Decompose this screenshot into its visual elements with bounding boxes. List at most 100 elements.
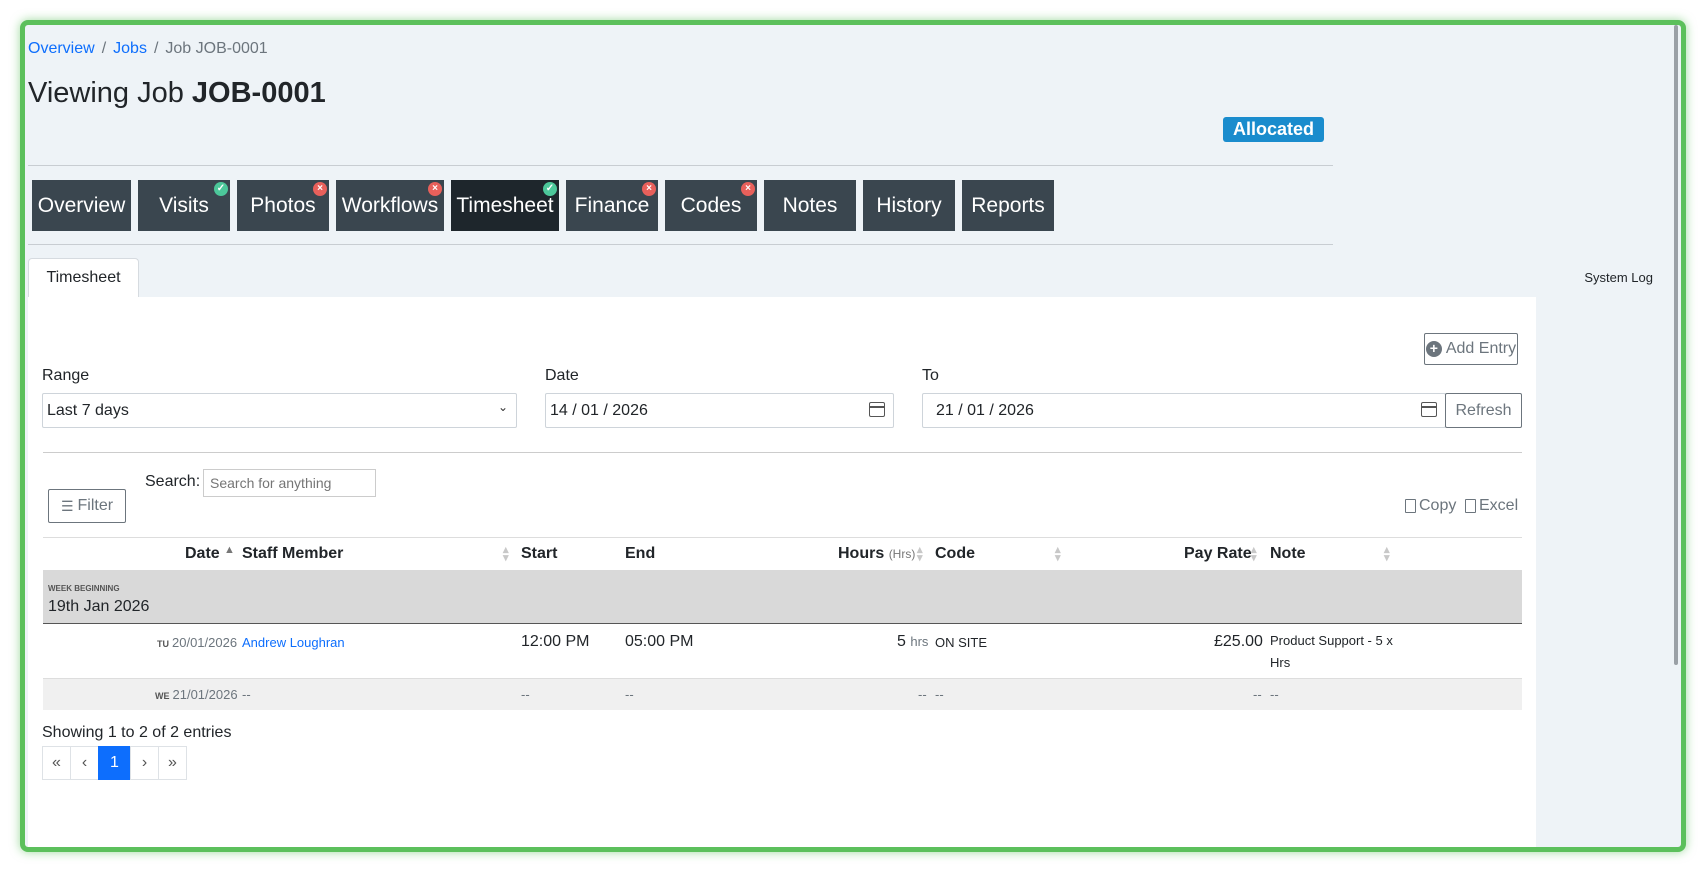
calendar-icon[interactable]: [869, 402, 885, 417]
range-select[interactable]: Last 7 days ⌄: [42, 393, 517, 428]
copy-button[interactable]: Copy: [1405, 497, 1456, 515]
page-next-button[interactable]: ›: [130, 746, 159, 780]
table-row[interactable]: TU 20/01/2026 Andrew Loughran 12:00 PM 05…: [43, 624, 1522, 679]
table-row[interactable]: WE 21/01/2026 -- -- -- -- -- -- --: [43, 679, 1522, 710]
excel-button[interactable]: Excel: [1465, 497, 1518, 515]
breadcrumb: Overview / Jobs / Job JOB-0001: [28, 40, 268, 58]
page-title: Viewing Job JOB-0001: [28, 77, 326, 110]
add-entry-label: Add Entry: [1445, 340, 1517, 357]
to-label: To: [922, 367, 939, 384]
column-start[interactable]: Start: [521, 545, 557, 563]
row-hours: 5 hrs: [897, 633, 928, 651]
breadcrumb-separator: /: [101, 40, 107, 57]
tab-history[interactable]: History: [863, 180, 955, 231]
check-icon: ✓: [543, 182, 557, 196]
breadcrumb-jobs[interactable]: Jobs: [113, 40, 147, 57]
divider: [28, 244, 1333, 245]
sort-icon: ▴ ▾: [1055, 544, 1061, 564]
refresh-button[interactable]: Refresh: [1445, 393, 1522, 428]
date-to-input[interactable]: 21 / 01 / 2026: [922, 393, 1446, 428]
breadcrumb-current: Job JOB-0001: [165, 40, 268, 57]
excel-file-icon: [1465, 499, 1476, 513]
row-hours-unit: hrs: [910, 634, 929, 649]
calendar-icon[interactable]: [1421, 402, 1437, 417]
page-1-button[interactable]: 1: [98, 746, 131, 780]
page-first-button[interactable]: «: [42, 746, 71, 780]
row-note: Product Support - 5 x Hrs: [1270, 633, 1393, 670]
excel-label: Excel: [1479, 497, 1519, 514]
tab-codes[interactable]: Codes ×: [665, 180, 757, 231]
add-entry-button[interactable]: + Add Entry: [1424, 333, 1518, 365]
date-from-value: 14 / 01 / 2026: [550, 401, 648, 419]
sort-icon: ▴ ▾: [503, 544, 509, 564]
column-end[interactable]: End: [625, 545, 655, 563]
subtab-timesheet[interactable]: Timesheet: [28, 258, 139, 297]
breadcrumb-overview[interactable]: Overview: [28, 40, 95, 57]
row-end: --: [625, 687, 634, 702]
error-icon: ×: [741, 182, 755, 196]
date-from-input[interactable]: 14 / 01 / 2026: [545, 393, 894, 428]
tab-finance[interactable]: Finance ×: [566, 180, 658, 231]
breadcrumb-separator: /: [153, 40, 159, 57]
table-header: Date ▲ Staff Member ▴ ▾ Start End Hours (…: [43, 537, 1522, 570]
error-icon: ×: [642, 182, 656, 196]
page-title-job-id: JOB-0001: [191, 77, 326, 109]
filter-button[interactable]: ☰ Filter: [48, 489, 126, 523]
row-date: TU 20/01/2026: [157, 635, 237, 650]
search-input[interactable]: [203, 469, 376, 497]
week-group-row: WEEK BEGINNING 19th Jan 2026: [43, 570, 1522, 624]
search-label: Search:: [145, 473, 201, 490]
copy-icon: [1405, 499, 1416, 513]
column-hours-label: Hours: [838, 545, 885, 562]
column-hours[interactable]: Hours (Hrs): [838, 545, 915, 563]
row-note: --: [1270, 687, 1279, 702]
week-beginning-date: 19th Jan 2026: [48, 598, 150, 615]
tab-overview[interactable]: Overview: [32, 180, 131, 231]
row-end: 05:00 PM: [625, 633, 694, 650]
status-badge: Allocated: [1223, 117, 1325, 142]
tab-label: Overview: [37, 193, 126, 217]
filter-label: Filter: [77, 497, 114, 514]
staff-member-link[interactable]: Andrew Loughran: [242, 635, 345, 650]
tab-label: History: [876, 193, 942, 217]
tab-label: Timesheet: [456, 193, 554, 217]
tab-visits[interactable]: Visits ✓: [138, 180, 230, 231]
page-prev-button[interactable]: ‹: [70, 746, 99, 780]
row-start: 12:00 PM: [521, 633, 590, 650]
page-title-prefix: Viewing Job: [28, 77, 184, 109]
row-pay-rate: £25.00: [1214, 633, 1263, 650]
row-hours: --: [918, 687, 927, 702]
tab-label: Notes: [782, 193, 838, 217]
column-pay-rate[interactable]: Pay Rate: [1184, 545, 1252, 563]
row-start: --: [521, 687, 530, 702]
date-to-value: 21 / 01 / 2026: [936, 401, 1034, 419]
range-label: Range: [42, 367, 90, 384]
copy-label: Copy: [1419, 497, 1457, 514]
page-last-button[interactable]: »: [158, 746, 187, 780]
column-code[interactable]: Code: [935, 545, 975, 563]
sort-icon: ▴ ▾: [917, 544, 923, 564]
row-hours-value: 5: [897, 633, 906, 650]
error-icon: ×: [428, 182, 442, 196]
pagination: « ‹ 1 › »: [42, 746, 187, 780]
divider: [43, 452, 1522, 453]
week-beginning-caption: WEEK BEGINNING: [48, 584, 120, 593]
row-code: ON SITE: [935, 635, 988, 650]
column-staff-member[interactable]: Staff Member: [242, 545, 343, 563]
row-pay-rate: --: [1253, 687, 1262, 702]
tab-workflows[interactable]: Workflows ×: [336, 180, 444, 231]
system-log-link[interactable]: System Log: [1584, 270, 1653, 285]
scrollbar[interactable]: [1674, 25, 1678, 665]
column-date[interactable]: Date: [185, 545, 220, 563]
row-date-value: 20/01/2026: [172, 635, 238, 650]
hours-unit-label: (Hrs): [888, 547, 916, 561]
tab-reports[interactable]: Reports: [962, 180, 1054, 231]
row-day-of-week: WE: [155, 691, 170, 701]
tab-notes[interactable]: Notes: [764, 180, 856, 231]
column-note[interactable]: Note: [1270, 545, 1306, 563]
check-icon: ✓: [214, 182, 228, 196]
tab-timesheet[interactable]: Timesheet ✓: [451, 180, 559, 231]
tab-photos[interactable]: Photos ×: [237, 180, 329, 231]
sort-icon: ▴ ▾: [1251, 544, 1257, 564]
sort-asc-icon: ▲: [224, 544, 235, 556]
